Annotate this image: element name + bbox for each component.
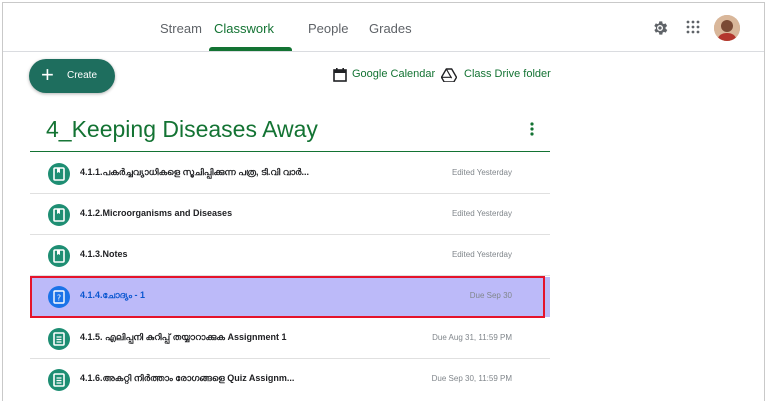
tab-people[interactable]: People [308,21,348,36]
list-item[interactable]: 4.1.2.Microorganisms and Diseases Edited… [30,195,550,235]
class-drive-folder-label: Class Drive folder [464,68,551,80]
list-item-status: Edited Yesterday [451,209,512,218]
list-item-status: Due Sep 30, 11:59 PM [431,374,512,383]
selection-highlight-box [30,276,545,318]
drive-icon [441,68,457,82]
material-icon [48,204,70,226]
assignment-icon [48,369,70,391]
settings-icon[interactable] [651,19,669,37]
list-item-title: 4.1.3.Notes [80,249,128,259]
list-item-title: 4.1.2.Microorganisms and Diseases [80,208,233,218]
list-item-title: 4.1.6.അകറ്റി നിർത്താം രോഗങ്ങളെ Quiz Assi… [80,373,295,383]
list-item-status: Edited Yesterday [451,250,512,259]
list-item-status: Due Aug 31, 11:59 PM [432,333,512,342]
tab-grades[interactable]: Grades [369,21,412,36]
list-item-status: Edited Yesterday [451,168,512,177]
create-button-label: Create [67,70,98,81]
material-icon [48,245,70,267]
create-button[interactable]: + Create [29,59,115,93]
apps-grid-icon[interactable] [686,20,700,34]
topic-title: 4_Keeping Diseases Away [46,116,318,142]
list-item-title: 4.1.5. എലിപ്പനി കുറിപ്പ് തയ്യാറാക്കുക As… [80,332,287,342]
list-item[interactable]: 4.1.5. എലിപ്പനി കുറിപ്പ് തയ്യാറാക്കുക As… [30,319,550,359]
tab-classwork[interactable]: Classwork [214,21,274,36]
list-item[interactable]: 4.1.3.Notes Edited Yesterday [30,236,550,276]
topic-divider [30,151,550,152]
active-tab-indicator [209,47,292,51]
tab-stream[interactable]: Stream [160,21,202,36]
more-vert-icon[interactable] [525,120,539,138]
assignment-icon [48,328,70,350]
list-item[interactable]: 4.1.1.പകർച്ചവ്യാധികളെ സൂചിപ്പിക്കുന്ന പത… [30,154,550,194]
avatar[interactable] [714,15,740,41]
plus-icon: + [41,62,54,87]
calendar-icon [333,68,347,82]
list-item-title: 4.1.1.പകർച്ചവ്യാധികളെ സൂചിപ്പിക്കുന്ന പത… [80,167,309,177]
material-icon [48,163,70,185]
list-item[interactable]: 4.1.6.അകറ്റി നിർത്താം രോഗങ്ങളെ Quiz Assi… [30,360,550,400]
top-navigation-bar: Stream Classwork People Grades [3,3,764,52]
google-calendar-label: Google Calendar [352,68,436,80]
